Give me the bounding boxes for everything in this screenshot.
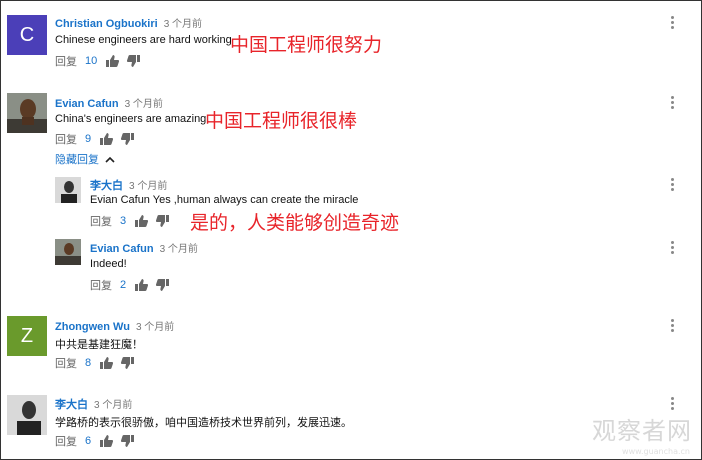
comment-time[interactable]: 3 个月前 [94,400,132,411]
watermark-logo: 观察者网 [592,417,692,445]
more-options-icon[interactable] [670,396,674,410]
thumbs-up-icon[interactable] [99,435,114,447]
comment-author[interactable]: 李大白 3 个月前 [55,396,132,412]
comment-text: 学路桥的表示很骄傲，咱中国造桥技术世界前列，发展迅速。 [55,417,352,429]
like-count: 6 [85,435,92,447]
comment-4: 李大白 3 个月前 学路桥的表示很骄傲，咱中国造桥技术世界前列，发展迅速。 回复 … [0,0,702,460]
comment-actions: 回复 6 [55,433,135,449]
avatar[interactable] [7,395,47,435]
author-name[interactable]: 李大白 [55,399,88,411]
watermark-url: www.guancha.cn [622,447,690,456]
thumbs-down-icon[interactable] [121,435,135,447]
user-photo-icon [7,395,47,435]
reply-button[interactable]: 回复 [55,433,77,449]
